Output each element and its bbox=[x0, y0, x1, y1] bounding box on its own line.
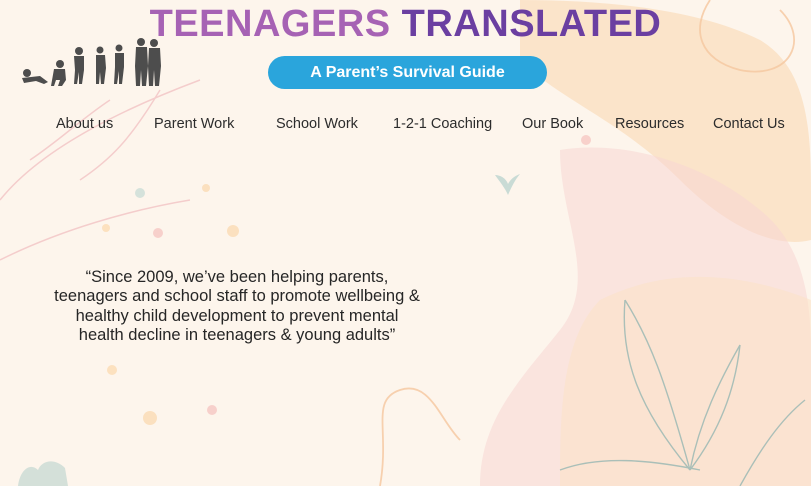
site-title-translated: TRANSLATED bbox=[401, 3, 662, 45]
nav-about-us[interactable]: About us bbox=[56, 116, 113, 132]
main-nav: About us Parent Work School Work 1-2-1 C… bbox=[0, 116, 811, 136]
nav-parent-work[interactable]: Parent Work bbox=[154, 116, 234, 132]
nav-contact-us[interactable]: Contact Us bbox=[713, 116, 785, 132]
nav-resources[interactable]: Resources bbox=[615, 116, 684, 132]
hero-quote: “Since 2009, we’ve been helping parents,… bbox=[54, 267, 420, 345]
nav-coaching[interactable]: 1-2-1 Coaching bbox=[393, 116, 492, 132]
nav-school-work[interactable]: School Work bbox=[276, 116, 358, 132]
site-title[interactable]: TEENAGERS TRANSLATED bbox=[0, 4, 811, 44]
nav-our-book[interactable]: Our Book bbox=[522, 116, 583, 132]
family-silhouettes-icon[interactable] bbox=[18, 36, 164, 90]
subtitle-badge: A Parent’s Survival Guide bbox=[268, 56, 547, 89]
site-title-teenagers: TEENAGERS bbox=[149, 3, 391, 45]
